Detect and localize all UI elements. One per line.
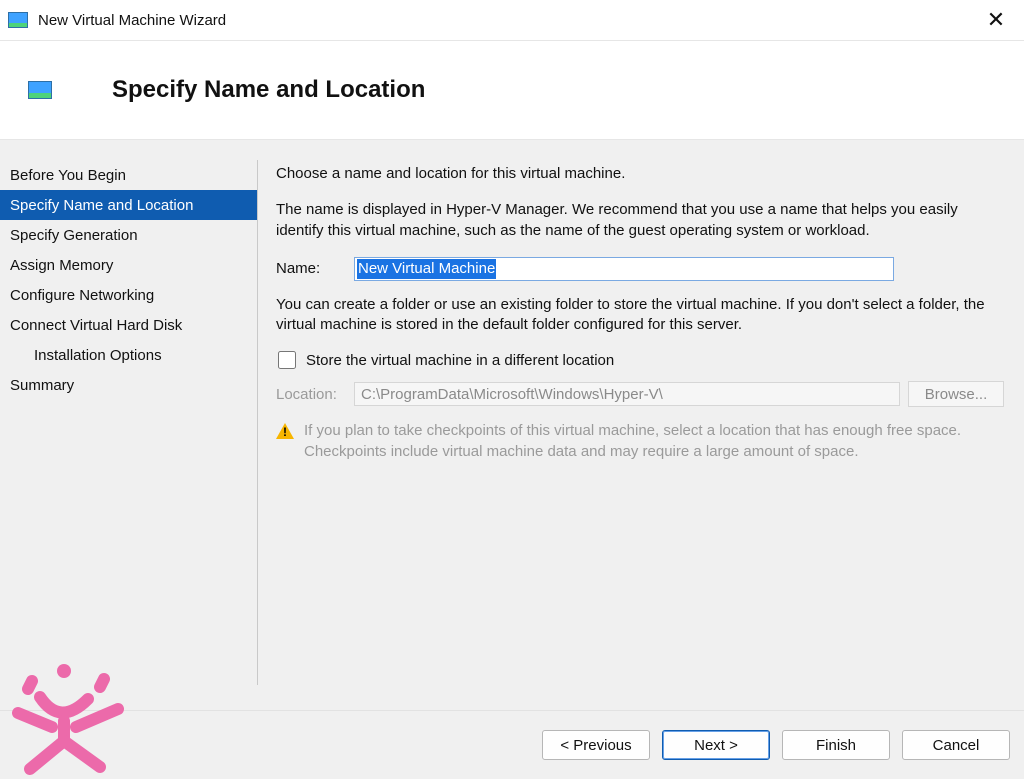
- app-icon: [8, 12, 28, 28]
- titlebar: New Virtual Machine Wizard ✕: [0, 0, 1024, 40]
- step-configure-networking[interactable]: Configure Networking: [0, 280, 257, 310]
- finish-button[interactable]: Finish: [782, 730, 890, 760]
- name-label: Name:: [276, 260, 354, 277]
- window-title: New Virtual Machine Wizard: [38, 12, 226, 29]
- step-summary[interactable]: Summary: [0, 370, 257, 400]
- name-help-text: The name is displayed in Hyper-V Manager…: [276, 200, 1004, 241]
- checkpoint-warning: If you plan to take checkpoints of this …: [276, 421, 1004, 462]
- store-different-location-row: Store the virtual machine in a different…: [276, 351, 1004, 369]
- browse-button: Browse...: [908, 381, 1004, 407]
- previous-button[interactable]: < Previous: [542, 730, 650, 760]
- wizard-sidebar: Before You Begin Specify Name and Locati…: [0, 140, 258, 710]
- wizard-body: Before You Begin Specify Name and Locati…: [0, 140, 1024, 710]
- step-connect-vhd[interactable]: Connect Virtual Hard Disk: [0, 310, 257, 340]
- name-input-selection: New Virtual Machine: [357, 259, 496, 279]
- name-row: Name: New Virtual Machine: [276, 257, 1004, 281]
- warning-icon: [276, 423, 294, 439]
- step-assign-memory[interactable]: Assign Memory: [0, 250, 257, 280]
- store-different-location-label: Store the virtual machine in a different…: [306, 352, 614, 369]
- location-row: Location: Browse...: [276, 381, 1004, 407]
- wizard-footer: < Previous Next > Finish Cancel: [0, 710, 1024, 779]
- next-button[interactable]: Next >: [662, 730, 770, 760]
- wizard-main: Choose a name and location for this virt…: [258, 140, 1024, 710]
- location-input: [354, 382, 900, 406]
- wizard-header: Specify Name and Location: [0, 40, 1024, 140]
- name-input[interactable]: New Virtual Machine: [354, 257, 894, 281]
- intro-text: Choose a name and location for this virt…: [276, 164, 1004, 184]
- location-label: Location:: [276, 386, 354, 403]
- header-icon: [28, 81, 52, 99]
- step-before-you-begin[interactable]: Before You Begin: [0, 160, 257, 190]
- cancel-button[interactable]: Cancel: [902, 730, 1010, 760]
- location-help-text: You can create a folder or use an existi…: [276, 295, 1004, 336]
- page-heading: Specify Name and Location: [112, 76, 425, 104]
- warning-text: If you plan to take checkpoints of this …: [304, 421, 1004, 462]
- close-icon[interactable]: ✕: [980, 4, 1012, 36]
- store-different-location-checkbox[interactable]: [278, 351, 296, 369]
- step-installation-options[interactable]: Installation Options: [0, 340, 257, 370]
- step-specify-generation[interactable]: Specify Generation: [0, 220, 257, 250]
- step-specify-name-location[interactable]: Specify Name and Location: [0, 190, 257, 220]
